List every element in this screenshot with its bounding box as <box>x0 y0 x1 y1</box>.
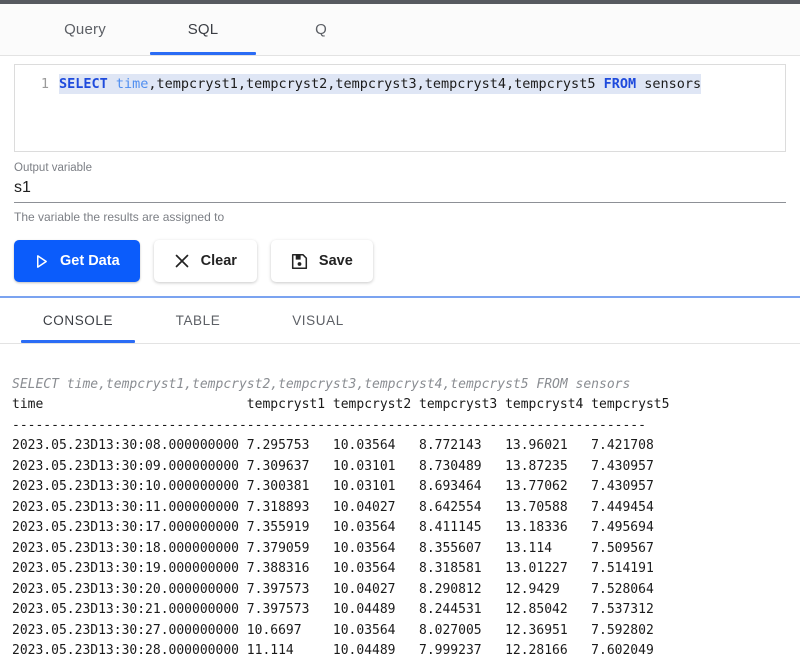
console-column-header: time tempcryst1 tempcryst2 tempcryst3 te… <box>12 397 670 412</box>
clear-label: Clear <box>200 253 237 269</box>
editor-tab-bar: Query SQL Q <box>0 4 800 56</box>
sql-table-name: sensors <box>636 76 702 92</box>
sql-code-editor[interactable]: 1 SELECT time,tempcryst1,tempcryst2,temp… <box>14 64 786 152</box>
tab-query-label: Query <box>64 21 106 38</box>
tab-query[interactable]: Query <box>26 4 144 55</box>
tab-sql-label: SQL <box>187 21 219 38</box>
tab-visual[interactable]: VISUAL <box>258 298 378 343</box>
sql-keyword-from: FROM <box>603 76 637 92</box>
results-tab-bar: CONSOLE TABLE VISUAL <box>0 298 800 344</box>
code-line-1: 1 SELECT time,tempcryst1,tempcryst2,temp… <box>15 74 785 94</box>
tab-visual-label: VISUAL <box>292 313 344 328</box>
sql-query-text[interactable]: SELECT time,tempcryst1,tempcryst2,tempcr… <box>59 74 702 94</box>
output-variable-input[interactable]: s1 <box>14 179 786 202</box>
action-buttons: Get Data Clear Save <box>0 224 800 282</box>
sql-query-app: Query SQL Q 1 SELECT time,tempcryst1,tem… <box>0 0 800 665</box>
console-separator: ----------------------------------------… <box>12 417 646 433</box>
sql-columns: ,tempcryst1,tempcryst2,tempcryst3,tempcr… <box>148 76 604 92</box>
save-button[interactable]: Save <box>270 240 373 282</box>
tab-console[interactable]: CONSOLE <box>18 298 138 343</box>
get-data-button[interactable]: Get Data <box>14 240 140 282</box>
console-output[interactable]: SELECT time,tempcryst1,tempcryst2,tempcr… <box>0 344 800 665</box>
tab-table[interactable]: TABLE <box>138 298 258 343</box>
save-label: Save <box>318 253 353 269</box>
clear-button[interactable]: Clear <box>153 240 257 282</box>
play-icon <box>34 254 49 269</box>
output-variable-label: Output variable <box>14 162 92 174</box>
sql-keyword-select: SELECT <box>59 76 108 92</box>
output-variable-help-text: The variable the results are assigned to <box>14 210 225 224</box>
console-rows: 2023.05.23D13:30:08.000000000 7.295753 1… <box>12 438 654 665</box>
close-icon <box>174 253 190 269</box>
line-number: 1 <box>40 76 49 92</box>
floppy-disk-icon <box>291 253 308 270</box>
get-data-label: Get Data <box>60 253 120 269</box>
editor-container: 1 SELECT time,tempcryst1,tempcryst2,temp… <box>0 56 800 152</box>
sql-column-time: time <box>107 76 149 92</box>
tab-sql[interactable]: SQL <box>144 4 262 55</box>
output-variable-underline <box>14 202 786 203</box>
output-variable-section: Output variable s1 The variable the resu… <box>0 152 800 224</box>
tab-q[interactable]: Q <box>262 4 380 55</box>
tab-table-label: TABLE <box>175 313 221 328</box>
tab-console-label: CONSOLE <box>42 313 114 328</box>
tab-q-label: Q <box>315 21 327 38</box>
console-echoed-query: SELECT time,tempcryst1,tempcryst2,tempcr… <box>12 376 631 392</box>
